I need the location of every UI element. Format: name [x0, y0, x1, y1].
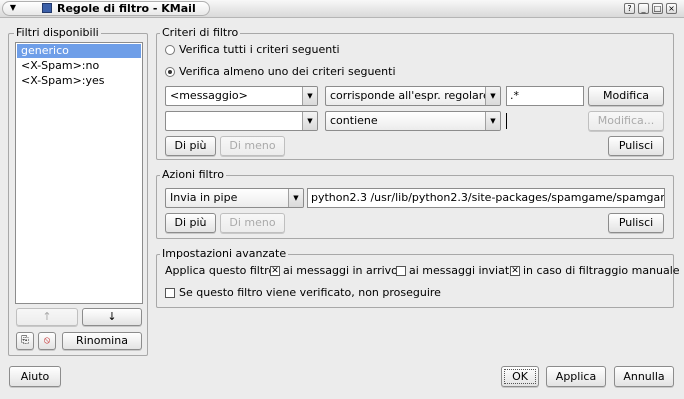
pipe-command-field[interactable]: python2.3 /usr/lib/python2.3/site-packag…	[307, 188, 665, 208]
edit-button[interactable]: Modifica	[588, 86, 664, 106]
match-all-radio[interactable]	[165, 45, 175, 55]
chevron-down-icon: ▼	[302, 112, 317, 130]
sent-label: ai messaggi inviati	[409, 264, 513, 277]
more-actions-button[interactable]: Di più	[165, 213, 216, 233]
move-up-button[interactable]: ↑	[16, 308, 78, 326]
delete-filter-icon[interactable]: ⦸	[38, 332, 56, 350]
list-item[interactable]: generico	[17, 44, 141, 58]
clear-criteria-button[interactable]: Pulisci	[608, 136, 664, 156]
clear-actions-button[interactable]: Pulisci	[608, 213, 664, 233]
close-icon[interactable]: ×	[666, 3, 677, 14]
match-any-label: Verifica almeno uno dei criteri seguenti	[179, 65, 396, 78]
fewer-actions-button[interactable]: Di meno	[220, 213, 285, 233]
incoming-label: ai messaggi in arrivo	[283, 264, 398, 277]
new-filter-icon[interactable]: ⎘	[16, 332, 34, 350]
actions-legend: Azioni filtro	[160, 168, 226, 181]
help-window-icon[interactable]: ?	[624, 3, 635, 14]
manual-checkbox[interactable]: ✕	[510, 266, 520, 276]
chevron-down-icon: ▼	[302, 87, 317, 105]
field-combo[interactable]: <messaggio> ▼	[165, 86, 318, 106]
list-item[interactable]: <X-Spam>:yes	[17, 74, 141, 88]
window-title: Regole di filtro - KMail	[57, 2, 196, 15]
sent-checkbox[interactable]	[396, 266, 406, 276]
value-field[interactable]: .*	[506, 86, 584, 106]
action-combo[interactable]: Invia in pipe ▼	[165, 188, 304, 208]
help-button[interactable]: Aiuto	[9, 366, 61, 387]
field-combo[interactable]: ▼	[165, 111, 318, 131]
action-combo-value: Invia in pipe	[170, 191, 238, 204]
operator-combo-value: corrisponde all'espr. regolare	[330, 89, 490, 102]
chevron-down-icon: ▼	[485, 87, 500, 105]
operator-combo[interactable]: contiene ▼	[325, 111, 501, 131]
operator-combo[interactable]: corrisponde all'espr. regolare ▼	[325, 86, 501, 106]
move-down-button[interactable]: ↓	[82, 308, 142, 326]
advanced-legend: Impostazioni avanzate	[160, 247, 289, 260]
stop-processing-checkbox[interactable]	[165, 288, 175, 298]
maximize-icon[interactable]: □	[652, 3, 663, 14]
apply-filter-label: Applica questo filtro	[165, 264, 276, 277]
cancel-button[interactable]: Annulla	[614, 366, 674, 387]
more-criteria-button[interactable]: Di più	[165, 136, 216, 156]
edit-button[interactable]: Modifica...	[588, 111, 664, 131]
stop-processing-label: Se questo filtro viene verificato, non p…	[179, 286, 441, 299]
apply-button[interactable]: Applica	[546, 366, 606, 387]
criteria-legend: Criteri di filtro	[160, 26, 241, 39]
ok-button[interactable]: OK	[501, 366, 539, 387]
match-any-radio[interactable]	[165, 67, 175, 77]
text-cursor	[506, 113, 507, 129]
fewer-criteria-button[interactable]: Di meno	[220, 136, 285, 156]
chevron-down-icon: ▼	[288, 189, 303, 207]
filters-legend: Filtri disponibili	[14, 26, 101, 39]
chevron-down-icon: ▼	[485, 112, 500, 130]
filter-list[interactable]: generico <X-Spam>:no <X-Spam>:yes	[15, 42, 143, 304]
match-all-label: Verifica tutti i criteri seguenti	[179, 43, 340, 56]
incoming-checkbox[interactable]: ✕	[270, 266, 280, 276]
kmail-icon	[42, 3, 52, 13]
operator-combo-value: contiene	[330, 114, 378, 127]
rename-button[interactable]: Rinomina	[62, 332, 142, 350]
chevron-down-icon[interactable]: ▼	[8, 3, 18, 13]
field-combo-value: <messaggio>	[170, 89, 248, 102]
manual-label: in caso di filtraggio manuale	[523, 264, 680, 277]
list-item[interactable]: <X-Spam>:no	[17, 59, 141, 73]
minimize-icon[interactable]: _	[638, 3, 649, 14]
